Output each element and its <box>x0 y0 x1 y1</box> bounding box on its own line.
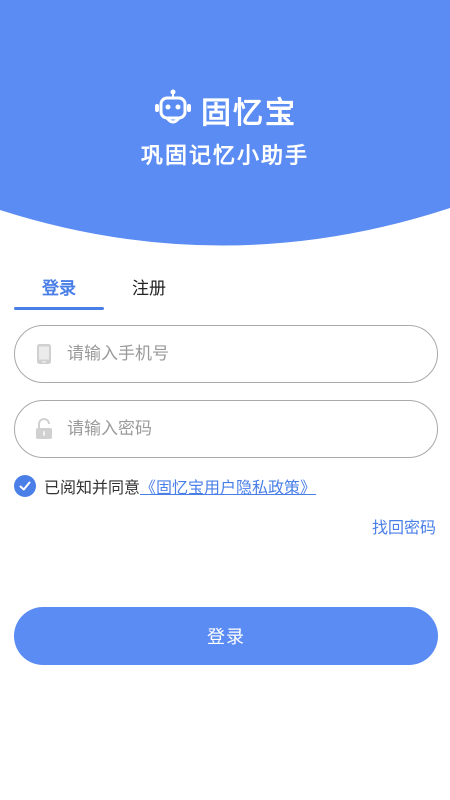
auth-tabs: 登录 注册 <box>14 262 194 310</box>
password-input[interactable] <box>67 419 397 439</box>
phone-icon <box>33 342 55 366</box>
app-name: 固忆宝 <box>201 96 297 131</box>
check-icon <box>19 481 31 491</box>
app-slogan: 巩固记忆小助手 <box>140 144 309 169</box>
tab-login[interactable]: 登录 <box>14 262 104 310</box>
agreement-checkbox[interactable] <box>14 475 36 497</box>
robot-icon <box>153 88 193 132</box>
agreement-text: 已阅知并同意 <box>44 478 141 497</box>
login-screen: 固忆宝 巩固记忆小助手 登录 注册 请输入手机号 已阅知并同意 《固忆宝用户隐私… <box>0 0 450 800</box>
login-button[interactable]: 登录 <box>14 607 438 665</box>
tab-register[interactable]: 注册 <box>104 262 194 310</box>
password-field[interactable] <box>14 400 438 458</box>
lock-icon <box>33 417 55 441</box>
phone-input[interactable] <box>67 344 397 364</box>
agreement-row: 已阅知并同意 《固忆宝用户隐私政策》 <box>14 474 316 498</box>
phone-field[interactable] <box>14 325 438 383</box>
privacy-policy-link[interactable]: 《固忆宝用户隐私政策》 <box>140 474 316 498</box>
brand: 固忆宝 <box>0 88 450 132</box>
header-banner: 固忆宝 巩固记忆小助手 <box>0 0 450 260</box>
forgot-password-link[interactable]: 找回密码 <box>372 514 436 538</box>
